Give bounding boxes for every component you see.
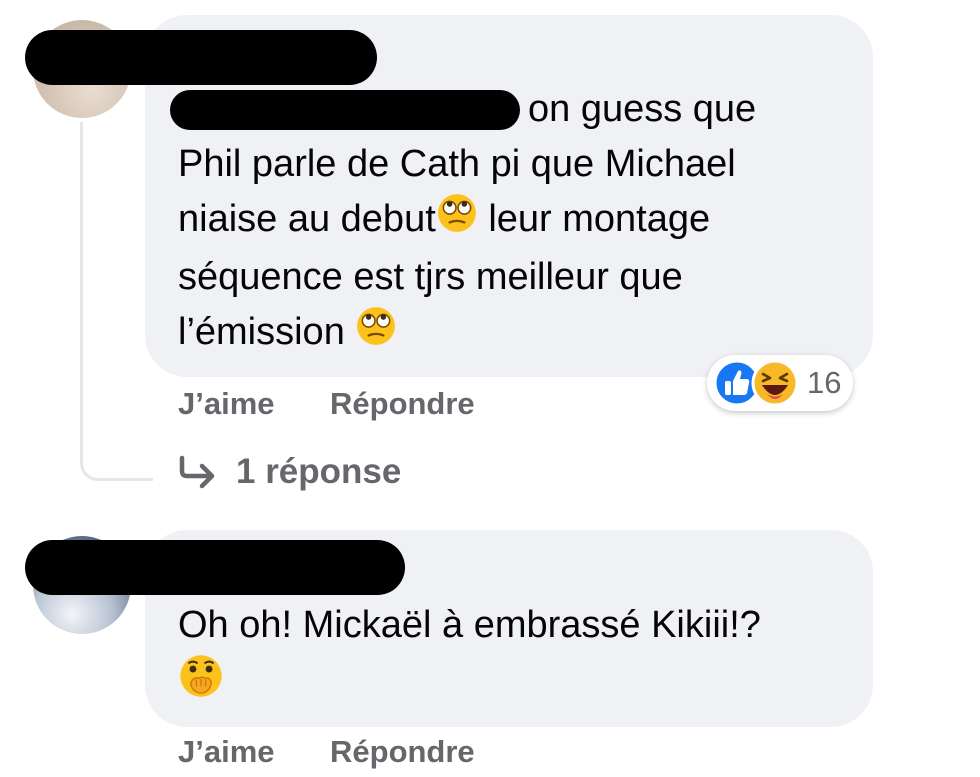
reply-button[interactable]: Répondre	[330, 386, 475, 422]
thread-connector-line	[80, 122, 153, 481]
comment-line: séquence est tjrs meilleur que	[178, 256, 683, 298]
comment-line-part: leur montage	[477, 198, 711, 241]
face-with-hand-over-mouth-icon	[178, 653, 224, 715]
comment-text: on guess que Phil parle de Cath pi que M…	[178, 82, 858, 363]
face-with-rolling-eyes-icon	[436, 192, 478, 250]
replies-count-label: 1 réponse	[236, 452, 402, 491]
like-button[interactable]: J’aime	[178, 386, 275, 422]
reactions-summary[interactable]: 16	[707, 355, 854, 411]
comment-line: Phil parle de Cath pi que Michael	[178, 143, 736, 185]
comment-line-part: l’émission	[178, 311, 356, 354]
comment-line: niaise au debut leur montage	[178, 192, 858, 250]
face-with-rolling-eyes-icon	[355, 305, 397, 363]
comment-line: on guess que	[528, 88, 757, 130]
reaction-count: 16	[807, 365, 842, 400]
like-button[interactable]: J’aime	[178, 734, 275, 770]
comment-line-part: niaise au debut	[178, 198, 436, 241]
view-replies-link[interactable]: 1 réponse	[178, 452, 401, 492]
redacted-commenter-name	[25, 540, 405, 595]
comment-line: Oh oh! Mickaël à embrassé Kikiii!?	[178, 604, 761, 646]
redacted-commenter-name	[25, 30, 377, 85]
reply-button[interactable]: Répondre	[330, 734, 475, 770]
comment-line	[178, 653, 858, 715]
comment-text: Oh oh! Mickaël à embrassé Kikiii!?	[178, 598, 858, 715]
haha-reaction-icon	[751, 359, 799, 407]
reply-arrow-icon	[178, 455, 218, 489]
